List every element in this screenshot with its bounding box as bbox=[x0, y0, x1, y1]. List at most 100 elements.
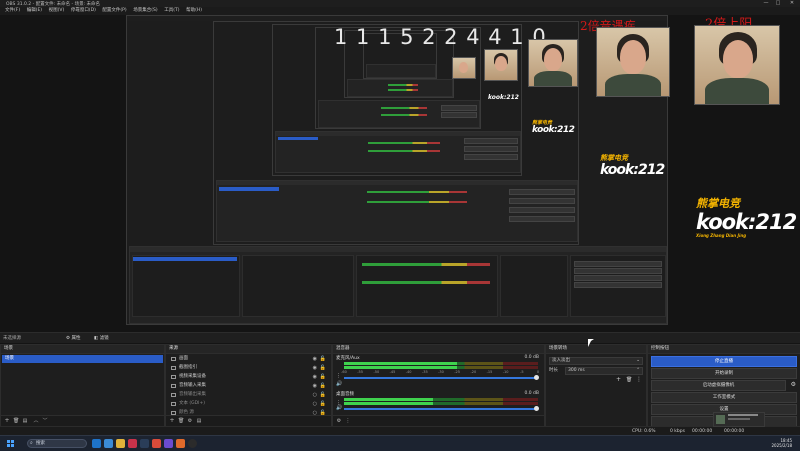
menu-edit[interactable]: 编辑(E) bbox=[27, 7, 42, 15]
logo-main-text: kook:212 bbox=[600, 162, 665, 178]
lock-icon[interactable]: 🔓 bbox=[320, 382, 326, 390]
menu-help[interactable]: 帮助(H) bbox=[186, 7, 202, 15]
visibility-eye-icon[interactable]: ◉ bbox=[313, 382, 317, 390]
sources-dock-toolbar: + 🗑 ⚙ ▤ bbox=[166, 415, 331, 426]
menu-profile[interactable]: 配置文件(P) bbox=[102, 7, 126, 15]
volume-slider[interactable] bbox=[344, 406, 539, 411]
virtual-camera-button[interactable]: 启动虚拟摄像机 bbox=[651, 380, 786, 391]
taskbar-search-input[interactable]: ⌕ 搜索 bbox=[27, 439, 87, 448]
menu-file[interactable]: 文件(F) bbox=[5, 7, 20, 15]
source-properties-button[interactable]: ⚙ bbox=[187, 418, 193, 424]
lock-icon[interactable]: 🔓 bbox=[320, 391, 326, 399]
move-scene-up-button[interactable]: ︿ bbox=[33, 418, 39, 424]
lock-icon[interactable]: 🔓 bbox=[320, 400, 326, 408]
stop-streaming-button[interactable]: 停止直播 bbox=[651, 356, 797, 367]
transition-duration-row: 时长 300 ms ⌃ bbox=[549, 367, 643, 375]
mouse-cursor bbox=[588, 339, 594, 347]
edge-browser-icon[interactable] bbox=[104, 439, 113, 448]
slider-knob[interactable] bbox=[534, 406, 539, 411]
meter-scale-label: -30 bbox=[438, 370, 444, 374]
kook-logo-nested-3: kook:212 bbox=[488, 95, 519, 101]
webcam-preview-nested-4 bbox=[452, 57, 476, 79]
mixer-menu-button[interactable]: ⋮ bbox=[345, 418, 351, 424]
system-clock[interactable]: 18:45 2025/2/18 bbox=[771, 438, 792, 448]
close-button[interactable]: ✕ bbox=[786, 0, 798, 7]
steam-icon[interactable] bbox=[140, 439, 149, 448]
add-transition-button[interactable]: + bbox=[616, 376, 621, 383]
scene-item[interactable]: 场景 bbox=[2, 355, 163, 363]
speaker-icon[interactable]: 🔊 bbox=[336, 405, 342, 411]
start-recording-button[interactable]: 开始录制 bbox=[651, 368, 797, 379]
menu-scene-collection[interactable]: 场景集合(S) bbox=[133, 7, 157, 15]
source-item-display[interactable]: 画面 ◉ 🔓 bbox=[168, 355, 329, 363]
source-item-text[interactable]: 文本 (GDI+) ○ 🔓 bbox=[168, 400, 329, 408]
mini-preview-thumbnail bbox=[713, 412, 765, 427]
preview-canvas[interactable]: 1 1 1 5 2 2 4 4 1 0 2倍音遇疾 2倍上阳 熊掌电竞 kook… bbox=[0, 15, 800, 332]
volume-slider[interactable] bbox=[344, 375, 539, 380]
visibility-eye-icon[interactable]: ○ bbox=[313, 391, 317, 399]
studio-mode-button[interactable]: 工作室模式 bbox=[651, 392, 797, 403]
source-item-mic[interactable]: 音频输入采集 ◉ 🔓 bbox=[168, 382, 329, 390]
source-item-speaker[interactable]: 音频输出采集 ○ 🔓 bbox=[168, 391, 329, 399]
duration-input[interactable]: 300 ms ⌃ bbox=[565, 367, 643, 375]
transition-select[interactable]: 淡入淡出 ⌄ bbox=[549, 357, 643, 365]
visibility-eye-icon[interactable]: ◉ bbox=[313, 364, 317, 372]
mixer-dock-title: 混音器 bbox=[333, 345, 544, 354]
minimize-button[interactable]: — bbox=[760, 0, 772, 7]
track-db: 0.0 dB bbox=[524, 355, 539, 360]
source-label: 视频采集设备 bbox=[179, 374, 206, 379]
track-db: 0.0 dB bbox=[524, 391, 539, 396]
speaker-icon[interactable]: 🔊 bbox=[336, 381, 342, 387]
meter-scale-label: -40 bbox=[405, 370, 412, 374]
remove-source-button[interactable]: 🗑 bbox=[178, 418, 184, 424]
lock-icon[interactable]: 🔓 bbox=[320, 355, 326, 363]
maximize-button[interactable]: □ bbox=[772, 0, 784, 7]
search-icon: ⌕ bbox=[30, 440, 33, 446]
meter-scale-label: -20 bbox=[470, 370, 477, 374]
menu-tools[interactable]: 工具(T) bbox=[164, 7, 179, 15]
cpu-usage: CPU: 0.6% bbox=[632, 429, 656, 434]
mixer-track-mic: 麦克风/Aux 0.0 dB -60 -55 -50 -45 -40 -35 -30 -25-… bbox=[336, 355, 541, 389]
add-source-button[interactable]: + bbox=[169, 418, 175, 424]
track-menu-icon[interactable]: ⋮ bbox=[336, 373, 341, 379]
lock-icon[interactable]: 🔓 bbox=[320, 364, 326, 372]
source-item-image[interactable]: 截图指引 ◉ 🔓 bbox=[168, 364, 329, 372]
menu-docks[interactable]: 停靠窗口(D) bbox=[71, 7, 96, 15]
visibility-eye-icon[interactable]: ◉ bbox=[313, 355, 317, 363]
app-icon-1[interactable] bbox=[128, 439, 137, 448]
add-scene-button[interactable]: + bbox=[4, 418, 10, 424]
menu-view[interactable]: 视图(V) bbox=[49, 7, 65, 15]
meter-scale-label: -45 bbox=[389, 370, 396, 374]
nested-docks-3 bbox=[275, 131, 521, 173]
meter-scale: -60 -55 -50 -45 -40 -35 -30 -25 -20 -15 -10 -5 0 bbox=[341, 370, 539, 374]
scene-filters-button[interactable]: ▤ bbox=[22, 418, 28, 424]
transition-menu-button[interactable]: ⋮ bbox=[636, 376, 642, 383]
slider-knob[interactable] bbox=[534, 375, 539, 380]
visibility-eye-icon[interactable]: ◉ bbox=[313, 373, 317, 381]
scenes-dock: 场景 场景 + 🗑 ▤ ︿ ﹀ bbox=[0, 344, 165, 427]
move-scene-down-button[interactable]: ﹀ bbox=[42, 418, 48, 424]
source-item-camera[interactable]: 视频采集设备 ◉ 🔓 bbox=[168, 373, 329, 381]
logo-main-text: kook:212 bbox=[696, 210, 797, 234]
obs-icon[interactable] bbox=[188, 439, 197, 448]
source-filters-button[interactable]: ▤ bbox=[196, 418, 202, 424]
task-view-icon[interactable] bbox=[92, 439, 101, 448]
remove-scene-button[interactable]: 🗑 bbox=[13, 418, 19, 424]
visibility-eye-icon[interactable]: ○ bbox=[313, 400, 317, 408]
audio-mixer-dock: 混音器 麦克风/Aux 0.0 dB -60 -55 -50 -45 -40 -35 -30… bbox=[332, 344, 545, 427]
file-explorer-icon[interactable] bbox=[116, 439, 125, 448]
nested-docks-5 bbox=[347, 79, 453, 97]
app-icon-2[interactable] bbox=[152, 439, 161, 448]
start-menu-icon[interactable] bbox=[6, 439, 15, 448]
filters-button[interactable]: ◧ 滤镜 bbox=[94, 335, 109, 341]
lock-icon[interactable]: 🔓 bbox=[320, 373, 326, 381]
mic-icon bbox=[171, 384, 176, 388]
volume-meter bbox=[344, 402, 538, 405]
app-icon-3[interactable] bbox=[164, 439, 173, 448]
transition-type-select[interactable]: 淡入淡出 ⌄ bbox=[549, 357, 643, 365]
properties-button[interactable]: ⚙ 属性 bbox=[66, 335, 80, 341]
virtual-camera-settings-icon[interactable]: ⚙ bbox=[791, 381, 796, 388]
mixer-settings-button[interactable]: ⚙ bbox=[336, 418, 342, 424]
app-icon-4[interactable] bbox=[176, 439, 185, 448]
remove-transition-button[interactable]: 🗑 bbox=[626, 377, 632, 383]
